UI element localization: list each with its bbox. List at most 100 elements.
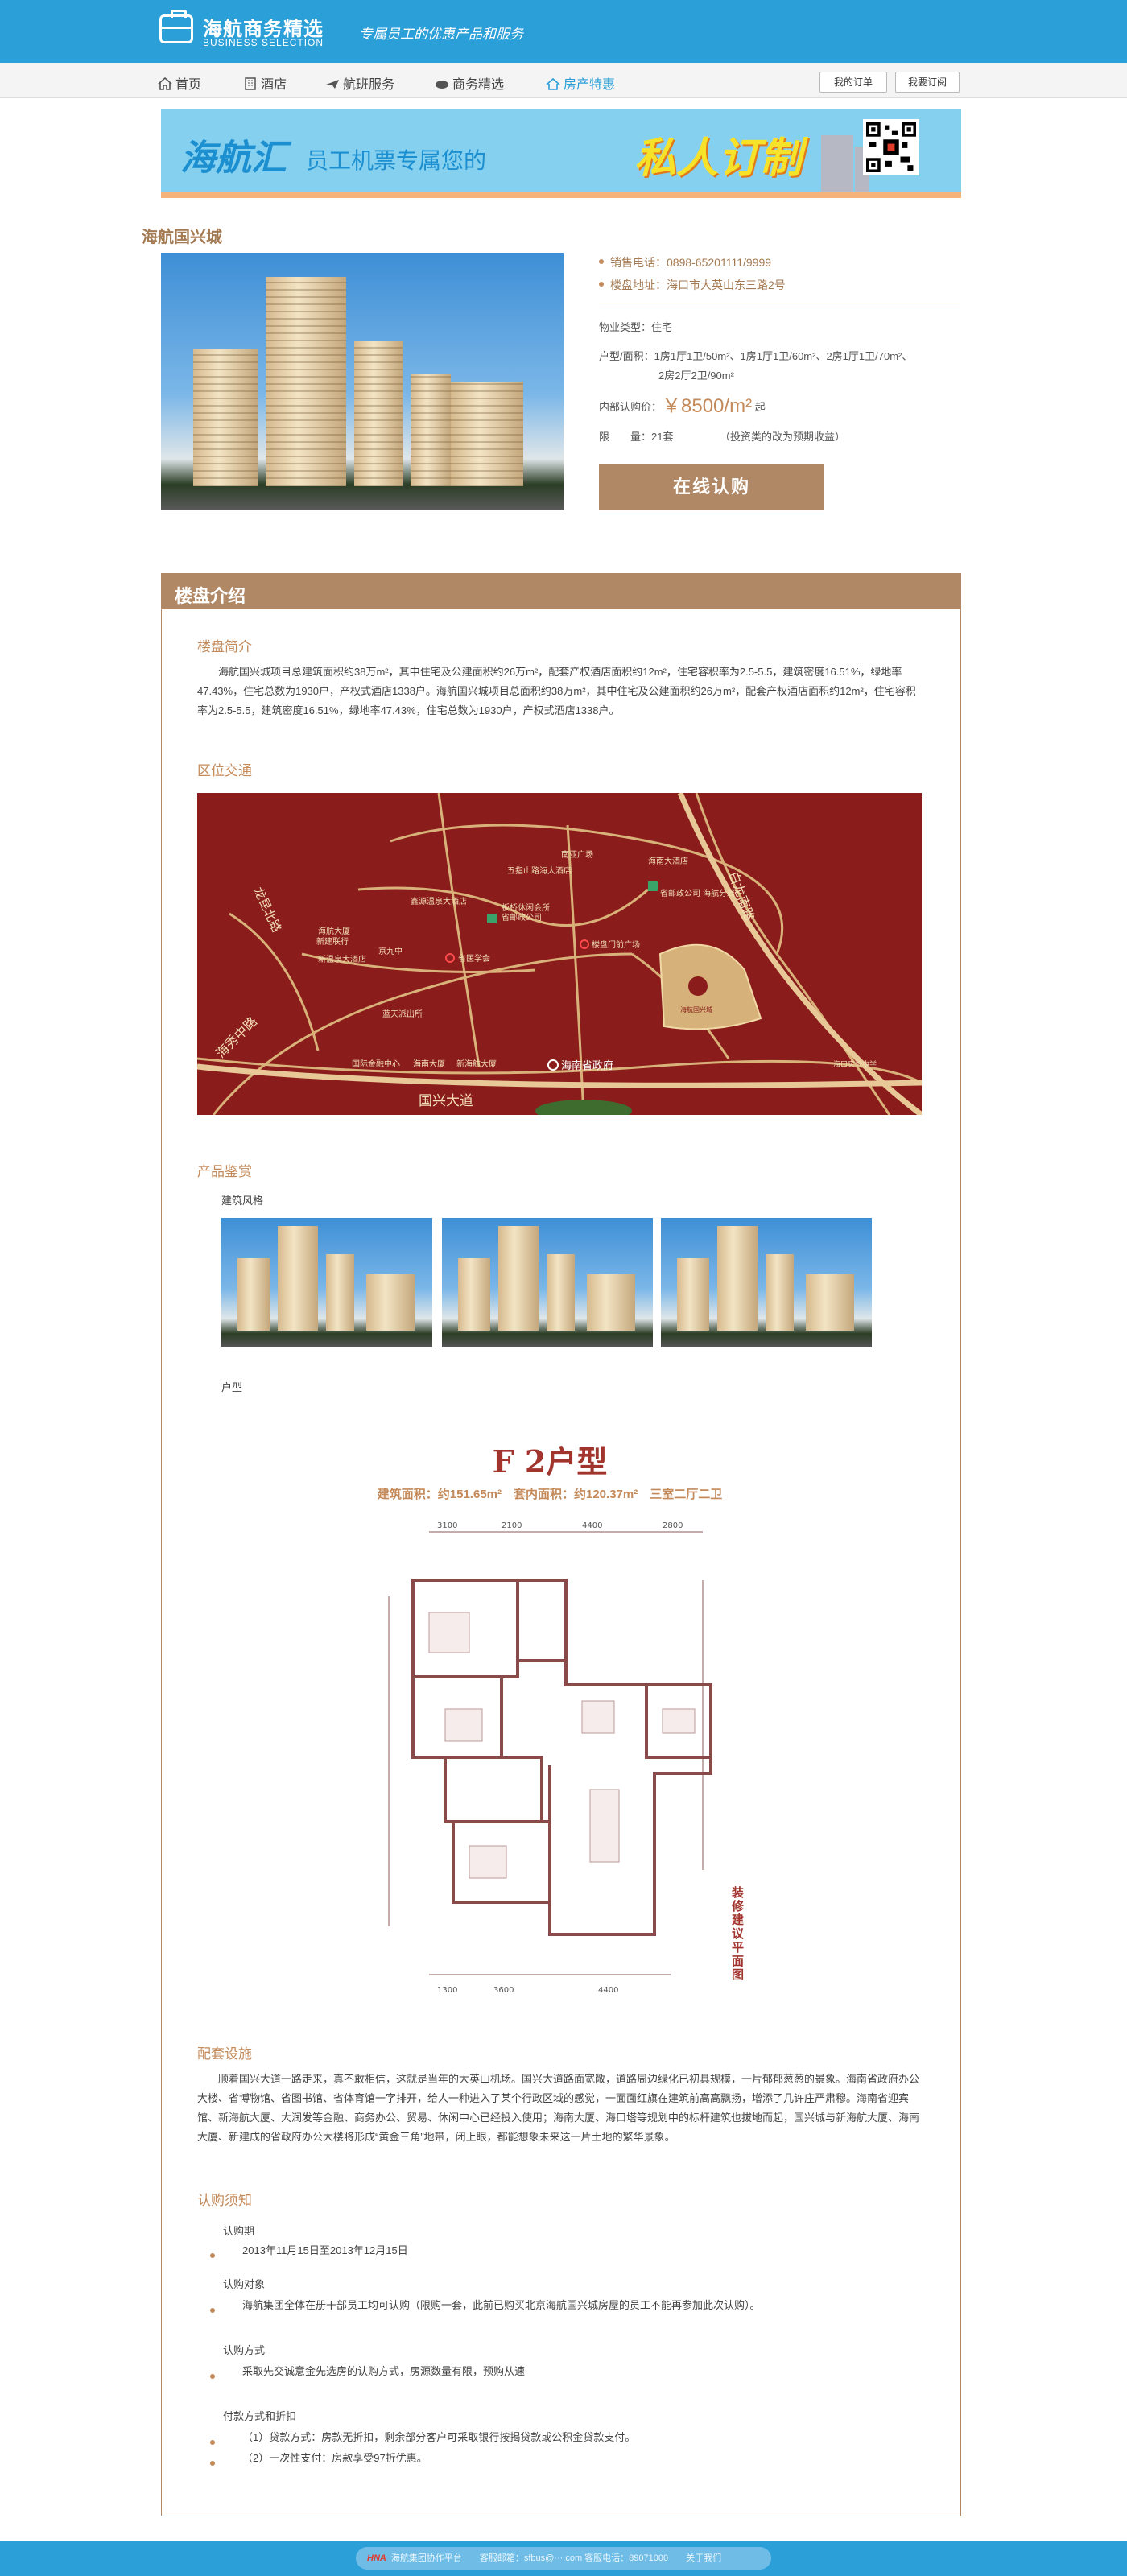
floorplan-label: 户型 [221, 1381, 243, 1393]
map-road-3: 海秀中路 [213, 1013, 260, 1061]
briefcase-icon [159, 10, 193, 43]
map-mansion: 海南大厦 [413, 1059, 445, 1069]
bullet-dot [210, 2374, 215, 2379]
summary-text: 海航国兴城项目总建筑面积约38万m²，其中住宅及公建面积约26万m²，配套产权酒… [197, 666, 916, 716]
gallery-title: 产品鉴赏 [197, 1164, 252, 1179]
thumb-tower [587, 1274, 635, 1331]
park-area [535, 1100, 632, 1115]
tower-small [411, 374, 451, 486]
promo-banner[interactable]: 海航汇 员工机票专属您的 私人订制 [161, 109, 961, 198]
price-label: 内部认购价： [599, 401, 663, 413]
nav-item-business[interactable]: 商务精选 [435, 73, 504, 93]
bullet-dot [599, 282, 604, 287]
map-market: 京九中 [378, 946, 402, 956]
thumb-tower [237, 1258, 270, 1331]
notice-payment-1: （1）贷款方式：房款无折扣，剩余部分客户可采取银行按揭贷款或公积金贷款支付。 [242, 2431, 636, 2443]
banner-brand: 海航汇 [180, 138, 287, 178]
style-label: 建筑风格 [221, 1195, 264, 1207]
gallery-thumb-1[interactable] [221, 1218, 432, 1347]
property-address: 楼盘地址：海口市大英山东三路2号 [599, 277, 786, 293]
thumb-tower [806, 1274, 854, 1331]
slogan: 专属员工的优惠产品和服务 [359, 27, 523, 43]
floorplan-image[interactable]: F 2户型 建筑面积：约151.65m² 套内面积：约120.37m² 三室二厅… [349, 1419, 751, 1999]
tower-right [451, 382, 523, 486]
subscribe-button[interactable]: 我要订阅 [895, 72, 960, 93]
map-newhotel: 新温泉大酒店 [318, 954, 366, 964]
map-hnbank: 海航大厦 [318, 926, 350, 936]
map-hainan-prov: 省邮政公司 [502, 912, 542, 923]
footer-bar: HNA 海航集团协作平台 客服邮箱：sfbus@···.com 客服电话：8907… [356, 2547, 771, 2570]
layouts-line2: 2房2厅2卫/90m² [658, 369, 734, 382]
map-hotel: 海南大酒店 [648, 856, 688, 866]
bank-marker-icon [487, 914, 497, 923]
crossing-marker-icon [445, 953, 455, 963]
quantity-note: （投资类的改为预期收益） [720, 431, 846, 443]
gallery-thumb-3[interactable] [661, 1218, 872, 1347]
bullet-dot [210, 2440, 215, 2445]
svg-text:2100: 2100 [502, 1521, 522, 1530]
map-school: 海口实验中学 [833, 1059, 877, 1069]
nav-item-realestate[interactable]: 房产特惠 [546, 73, 615, 93]
summary-title: 楼盘简介 [197, 639, 252, 654]
nav-item-hotel[interactable]: 酒店 [243, 73, 287, 93]
qr-code-icon [863, 119, 919, 175]
map-road-2: 龙昆北路 [250, 885, 284, 935]
nav-label-flight: 航班服务 [343, 78, 395, 92]
gallery-thumb-2[interactable] [442, 1218, 653, 1347]
plane-icon [326, 80, 339, 89]
thumb-tower [766, 1254, 794, 1331]
site-logo[interactable]: 海航商务精选 BUSINESS SELECTION [158, 10, 343, 52]
notice-target-label: 认购对象 [223, 2278, 266, 2290]
thumb-tower [547, 1254, 575, 1331]
svg-text:1300: 1300 [437, 1986, 457, 1995]
price-value: ￥8500/m² [662, 395, 753, 417]
house-icon [546, 77, 560, 90]
floorplan-drawing: 3100 2100 4400 2800 1300 3600 4400 [388, 1521, 712, 1995]
map-club: 板桥休闲会所 [502, 902, 550, 913]
banner-tagline: 员工机票专属您的 [306, 148, 487, 173]
thumb-tower [717, 1226, 758, 1331]
notice-method-label: 认购方式 [223, 2344, 266, 2356]
footer-logo[interactable]: HNA [367, 2553, 386, 2563]
svg-text:3100: 3100 [437, 1521, 457, 1530]
location-map[interactable]: 白龙南路 龙昆北路 海秀中路 国兴大道 海南省政府 南亚广场 海南大酒店 五指山… [197, 793, 922, 1115]
svg-text:3600: 3600 [493, 1986, 514, 1995]
main-nav: 首页 酒店 航班服务 商务精选 房产特惠 我的订单 我要订阅 [0, 63, 1127, 98]
map-forest: 鑫源温泉大酒店 [411, 896, 467, 906]
map-newbuild: 新海航大厦 [456, 1059, 497, 1069]
buy-online-button[interactable]: 在线认购 [599, 464, 824, 510]
building-icon [245, 77, 256, 90]
bullet-dot [599, 259, 604, 264]
nav-item-home[interactable]: 首页 [158, 73, 201, 93]
nav-label-home: 首页 [175, 78, 202, 92]
map-gov: 海南省政府 [561, 1059, 613, 1072]
map-post: 楼盘门前广场 [592, 939, 640, 950]
footer-text: 海航集团协作平台 客服邮箱：sfbus@···.com 客服电话：8907100… [390, 2553, 722, 2563]
property-address-text: 楼盘地址：海口市大英山东三路2号 [610, 279, 786, 291]
nav-item-flight[interactable]: 航班服务 [325, 73, 394, 93]
my-orders-button[interactable]: 我的订单 [819, 72, 887, 93]
bullet-dot [210, 2308, 215, 2313]
map-hall: 五指山路海大酒店 [507, 865, 572, 876]
section-header-title: 楼盘介绍 [175, 586, 246, 606]
thumb-tower [458, 1258, 490, 1331]
project-logo-icon [688, 976, 708, 996]
thumb-tower [326, 1254, 354, 1331]
thumb-tower [278, 1226, 318, 1331]
map-plaza: 南亚广场 [561, 849, 593, 860]
notice-title: 认购须知 [197, 2193, 252, 2208]
property-photo[interactable] [161, 253, 564, 510]
project-site-area [658, 943, 762, 1030]
nav-label-business: 商务精选 [452, 78, 505, 92]
notice-payment-2: （2）一次性支付：房款享受97折优惠。 [242, 2452, 427, 2464]
map-road-4: 国兴大道 [419, 1093, 473, 1109]
notice-period-label: 认购期 [223, 2225, 255, 2237]
top-header: 海航商务精选 BUSINESS SELECTION 专属员工的优惠产品和服务 [0, 0, 1127, 63]
sales-phone-text: 销售电话：0898-65201111/9999 [610, 256, 772, 269]
tower-mid [354, 341, 402, 486]
property-type: 物业类型：住宅 [599, 321, 673, 333]
map-graphic: 白龙南路 龙昆北路 海秀中路 国兴大道 海南省政府 南亚广场 海南大酒店 五指山… [197, 793, 922, 1115]
home-icon [158, 77, 172, 90]
svg-text:4400: 4400 [598, 1986, 618, 1995]
thumb-tower [498, 1226, 539, 1331]
